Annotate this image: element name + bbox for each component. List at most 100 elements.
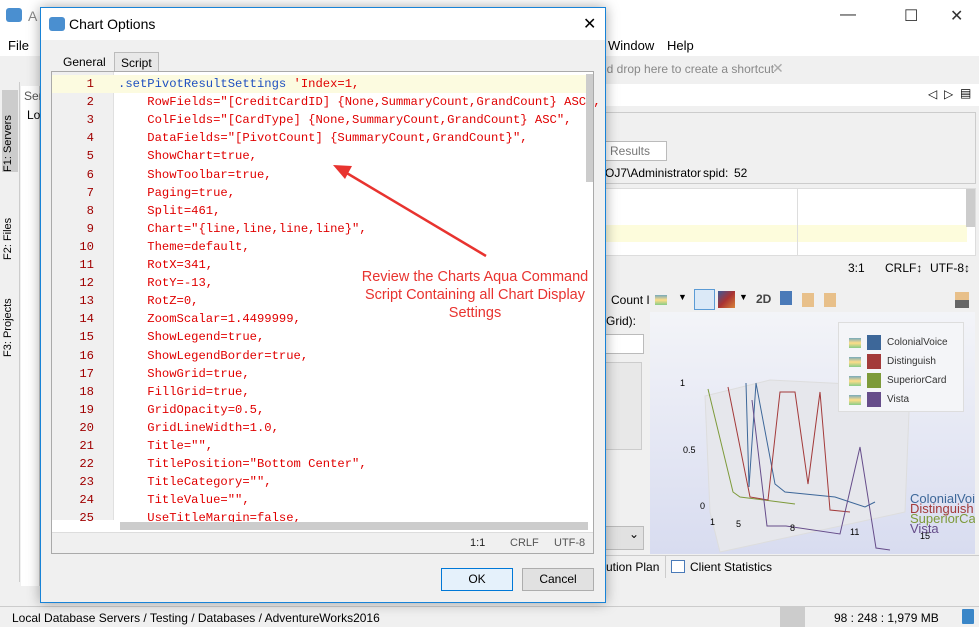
line-chart-icon [849,356,861,367]
tab-client-statistics[interactable]: Client Statistics [690,560,772,574]
horizontal-scrollbar[interactable] [120,522,588,530]
code-line: 4 DataFields="[PivotCount] {SummaryCount… [52,129,592,147]
code-text: ColFields="[CardType] {None,SummaryCount… [118,113,572,128]
statusbar: Local Database Servers / Testing / Datab… [0,606,979,627]
script-statusbar: 1:1 CRLF UTF-8 [52,532,593,553]
encoding: UTF-8 [554,537,586,549]
line-number: 23 [79,475,94,490]
breadcrumb: Local Database Servers / Testing / Datab… [12,611,380,625]
code-text: ZoomScalar=1.4499999, [118,312,301,327]
memory-usage: 98 : 248 : 1,979 MB [834,611,939,625]
line-number: 6 [86,167,94,182]
pivot-grid-panel: Grid): ⌄ [600,312,648,552]
code-line: 17 ShowGrid=true, [52,365,592,383]
line-number: 19 [79,402,94,417]
close-icon[interactable]: ✕ [772,60,784,77]
tab-script[interactable]: Script [114,52,159,72]
app-title: A [28,8,38,24]
y-tick: 0.5 [683,445,696,455]
y-tick: 0 [700,501,706,511]
line-number: 9 [86,221,94,236]
code-line: 22 TitlePosition="Bottom Center", [52,455,592,473]
line-chart-icon [849,394,861,405]
results-tab[interactable]: Results [601,141,667,161]
side-tab-servers[interactable]: F1: Servers [2,90,18,172]
x-tick: 5 [736,519,742,529]
code-text: TitleCategory="", [118,475,272,490]
connection-panel: Results OJ7\Administrator spid: 52 [600,112,976,184]
scrollbar[interactable] [966,189,975,227]
code-line: 6 ShowToolbar=true, [52,166,592,184]
chart-watermark-labels: ColonialVoice Distinguish SuperiorCard V… [910,494,975,534]
tree-node-local[interactable]: Lo [27,108,40,122]
cancel-button[interactable]: Cancel [522,568,594,591]
trash-icon[interactable] [962,609,974,624]
dialog-close-button[interactable]: ✕ [583,14,596,34]
chevron-down-icon[interactable]: ▼ [739,292,748,302]
minimize-button[interactable]: — [840,6,856,24]
line-number: 12 [79,276,94,291]
maximize-button[interactable]: ☐ [904,6,918,26]
cursor-position: 1:1 [470,537,486,549]
code-text: ShowGrid=true, [118,366,250,381]
title-icon[interactable] [824,293,836,307]
chart-toolbar: Count I ▼ ▼ 2D [600,288,979,312]
chart-type-icon[interactable] [655,295,667,305]
code-text: ShowLegendBorder=true, [118,348,309,363]
legend-item[interactable]: ColonialVoice [849,335,948,350]
tab-execution-plan[interactable]: ution Plan [606,560,659,574]
field-list[interactable] [600,362,642,450]
ok-button[interactable]: OK [441,568,513,591]
legend-item[interactable]: Vista [849,392,909,407]
menu-help[interactable]: Help [667,38,694,53]
count-label: Count I [611,293,650,307]
cursor-position: 3:1 [848,261,865,275]
encoding-select[interactable]: UTF-8↕ [930,261,970,275]
menu-window[interactable]: Window [608,38,654,53]
line-number: 10 [79,239,94,254]
code-line: 21 Title="", [52,437,592,455]
code-line: 1 .setPivotResultSettings 'Index=1, [52,75,592,93]
line-number: 18 [79,384,94,399]
code-line: 10 Theme=default, [52,238,592,256]
tab-general[interactable]: General [57,52,112,72]
legend-icon[interactable] [802,293,814,307]
dialog-titlebar: Chart Options ✕ [41,8,605,40]
line-ending-select[interactable]: CRLF↕ [885,261,922,275]
code-line: 19 GridOpacity=0.5, [52,401,592,419]
app-logo-icon [6,8,22,22]
line-chart-icon [849,375,861,386]
side-tab-projects[interactable]: F3: Projects [2,287,18,357]
tab-list-icon[interactable]: ▤ [960,86,971,100]
code-text: .setPivotResultSettings 'Index=1, [118,77,360,91]
vertical-scrollbar[interactable] [586,74,593,182]
legend-label: Vista [887,394,910,406]
side-tab-files[interactable]: F2: Files [2,200,18,260]
code-text: RotY=-13, [118,276,214,291]
dropdown[interactable]: ⌄ [600,526,644,550]
server-tree: Ser Lo [21,86,43,586]
2d-toggle[interactable]: 2D [756,292,771,306]
theme-icon[interactable] [718,291,735,308]
code-text: TitleValue="", [118,493,250,508]
query-editor[interactable] [600,188,976,256]
layout-icon[interactable] [955,292,969,308]
grid-input[interactable] [600,334,644,354]
legend-item[interactable]: SuperiorCard [849,373,946,388]
dialog-icon [49,17,65,31]
code-line: 15 ShowLegend=true, [52,328,592,346]
scroll-right-icon[interactable]: ▷ [944,87,953,101]
resize-icon[interactable] [780,291,792,305]
menu-file[interactable]: File [8,38,29,53]
code-line: 23 TitleCategory="", [52,473,592,491]
result-tabs: ution Plan Client Statistics [600,555,979,578]
line-number: 1 [86,77,94,91]
scroll-left-icon[interactable]: ◁ [928,87,937,101]
close-button[interactable]: ✕ [950,6,963,26]
line-number: 4 [86,131,94,146]
grid-toggle-icon[interactable] [694,289,715,310]
legend-item[interactable]: Distinguish [849,354,936,369]
chevron-down-icon[interactable]: ▼ [678,292,687,302]
line-number: 11 [79,258,94,272]
line-number: 25 [79,511,94,526]
